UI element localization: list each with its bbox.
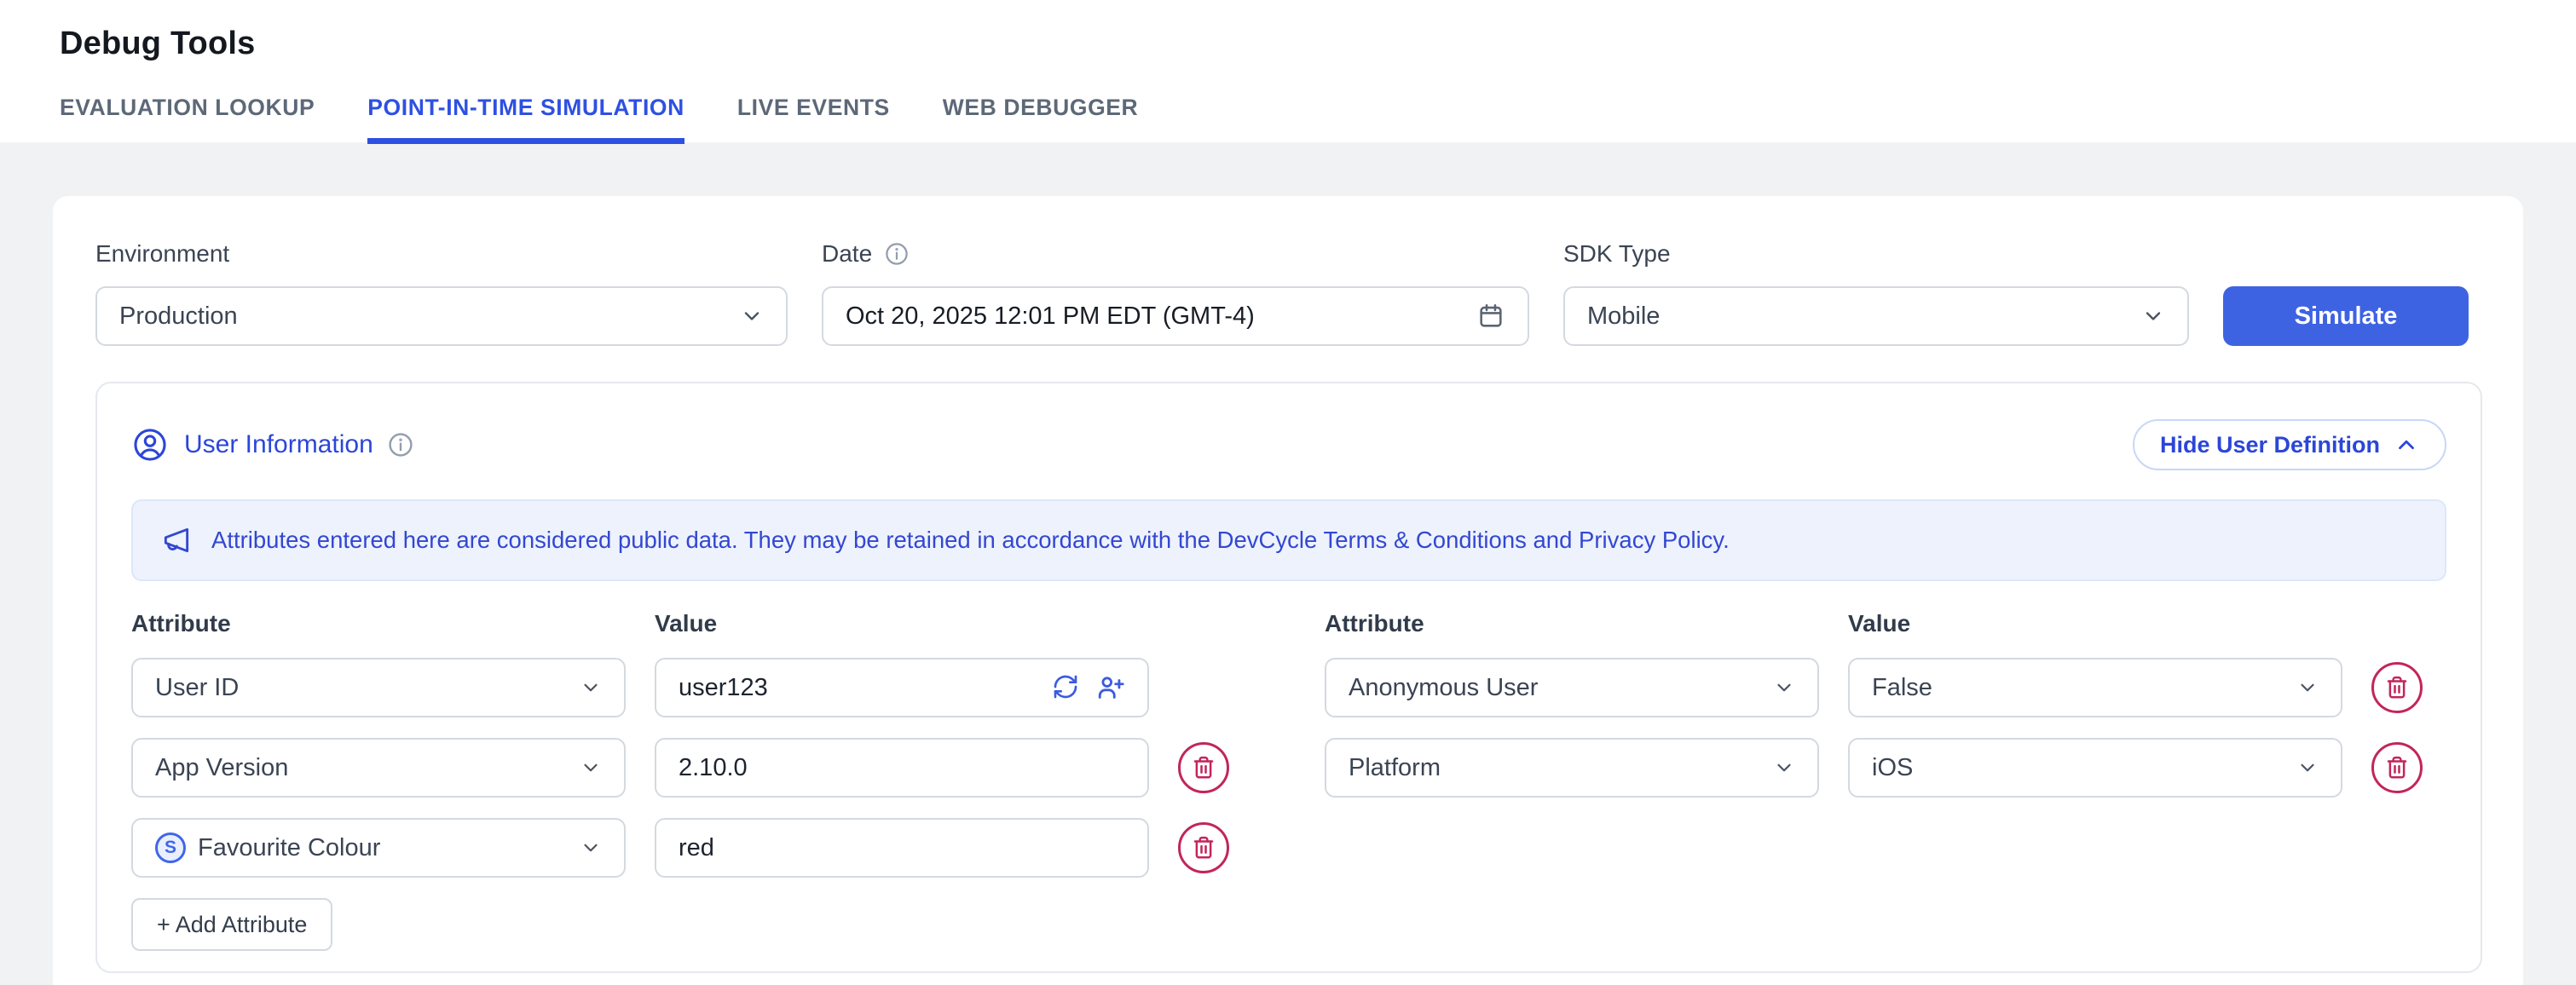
value-column-header: Value xyxy=(1848,610,2342,637)
page-content: Environment Production Date Oct 20, 2025… xyxy=(0,142,2576,985)
value-input-favourite-colour[interactable] xyxy=(655,818,1149,878)
sdk-type-label: SDK Type xyxy=(1563,240,2189,268)
attribute-selected-value: Favourite Colour xyxy=(198,834,380,862)
environment-selected-value: Production xyxy=(119,302,238,331)
attribute-select-user-id[interactable]: User ID xyxy=(131,658,626,717)
user-id-actions xyxy=(1052,673,1125,702)
value-column-header: Value xyxy=(655,610,1149,637)
tab-point-in-time-simulation[interactable]: POINT-IN-TIME SIMULATION xyxy=(367,95,684,144)
attribute-selected-value: Platform xyxy=(1349,754,1441,782)
attributes-left-group: Attribute Value User ID xyxy=(131,610,1231,951)
chevron-down-icon xyxy=(1773,677,1795,699)
user-information-header: User Information Hide User Definition xyxy=(131,419,2446,470)
date-input[interactable]: Oct 20, 2025 12:01 PM EDT (GMT-4) xyxy=(822,286,1529,346)
info-icon[interactable] xyxy=(884,241,910,267)
environment-label: Environment xyxy=(95,240,788,268)
trash-icon xyxy=(1191,835,1216,861)
chevron-down-icon xyxy=(580,757,602,779)
user-id-value-input[interactable] xyxy=(679,660,1052,716)
value-select-anonymous-user[interactable]: False xyxy=(1848,658,2342,717)
tab-bar: EVALUATION LOOKUP POINT-IN-TIME SIMULATI… xyxy=(60,95,2576,144)
trash-icon xyxy=(2384,675,2410,700)
trash-icon xyxy=(1191,755,1216,781)
user-information-section: User Information Hide User Definition At… xyxy=(95,382,2482,973)
simulate-button[interactable]: Simulate xyxy=(2223,286,2469,346)
chevron-down-icon xyxy=(2296,757,2319,779)
tab-web-debugger[interactable]: WEB DEBUGGER xyxy=(943,95,1139,144)
attribute-column-header: Attribute xyxy=(131,610,626,637)
user-circle-icon xyxy=(131,426,169,464)
date-label: Date xyxy=(822,240,872,268)
favourite-colour-value-input[interactable] xyxy=(679,820,1125,876)
info-icon[interactable] xyxy=(387,431,414,458)
chevron-down-icon xyxy=(580,837,602,859)
value-input-user-id[interactable] xyxy=(655,658,1149,717)
simulation-card: Environment Production Date Oct 20, 2025… xyxy=(53,196,2523,985)
date-label-row: Date xyxy=(822,240,1529,268)
date-value: Oct 20, 2025 12:01 PM EDT (GMT-4) xyxy=(846,302,1255,331)
calendar-icon[interactable] xyxy=(1476,302,1505,331)
date-field-group: Date Oct 20, 2025 12:01 PM EDT (GMT-4) xyxy=(822,240,1529,346)
sdk-type-selected-value: Mobile xyxy=(1587,302,1660,331)
attributes-right-group: Attribute Value Anonymous User False xyxy=(1325,610,2424,951)
page-title: Debug Tools xyxy=(60,26,2576,62)
value-selected-option: False xyxy=(1872,674,1932,702)
trash-icon xyxy=(2384,755,2410,781)
attribute-select-anonymous-user[interactable]: Anonymous User xyxy=(1325,658,1819,717)
public-data-notice: Attributes entered here are considered p… xyxy=(131,499,2446,581)
value-input-app-version[interactable] xyxy=(655,738,1149,798)
delete-platform-button[interactable] xyxy=(2371,742,2423,793)
value-selected-option: iOS xyxy=(1872,754,1913,782)
attribute-selected-value: User ID xyxy=(155,674,239,702)
chevron-down-icon xyxy=(580,677,602,699)
string-type-icon: S xyxy=(155,832,186,863)
refresh-icon[interactable] xyxy=(1052,673,1079,700)
attributes-area: Attribute Value User ID xyxy=(131,610,2446,951)
sdk-type-select[interactable]: Mobile xyxy=(1563,286,2189,346)
public-data-notice-text: Attributes entered here are considered p… xyxy=(211,527,1730,554)
hide-user-definition-label: Hide User Definition xyxy=(2160,432,2380,458)
attribute-select-favourite-colour[interactable]: S Favourite Colour xyxy=(131,818,626,878)
megaphone-icon xyxy=(160,524,193,556)
page-header: Debug Tools EVALUATION LOOKUP POINT-IN-T… xyxy=(0,0,2576,142)
tab-evaluation-lookup[interactable]: EVALUATION LOOKUP xyxy=(60,95,315,144)
tab-live-events[interactable]: LIVE EVENTS xyxy=(737,95,890,144)
value-select-platform[interactable]: iOS xyxy=(1848,738,2342,798)
delete-anonymous-user-button[interactable] xyxy=(2371,662,2423,713)
delete-app-version-button[interactable] xyxy=(1178,742,1229,793)
attribute-column-header: Attribute xyxy=(1325,610,1819,637)
add-attribute-button[interactable]: + Add Attribute xyxy=(131,898,332,951)
user-information-title: User Information xyxy=(184,430,373,459)
attribute-select-app-version[interactable]: App Version xyxy=(131,738,626,798)
chevron-down-icon xyxy=(1773,757,1795,779)
hide-user-definition-button[interactable]: Hide User Definition xyxy=(2133,419,2446,470)
app-version-value-input[interactable] xyxy=(679,740,1125,796)
attribute-select-platform[interactable]: Platform xyxy=(1325,738,1819,798)
user-plus-icon[interactable] xyxy=(1096,673,1125,702)
delete-favourite-colour-button[interactable] xyxy=(1178,822,1229,873)
environment-select[interactable]: Production xyxy=(95,286,788,346)
chevron-down-icon xyxy=(2141,304,2165,328)
simulation-form-row: Environment Production Date Oct 20, 2025… xyxy=(95,240,2482,346)
chevron-down-icon xyxy=(2296,677,2319,699)
attribute-selected-value: Anonymous User xyxy=(1349,674,1538,702)
attribute-selected-value: App Version xyxy=(155,754,288,782)
chevron-up-icon xyxy=(2394,432,2419,458)
sdk-type-field-group: SDK Type Mobile xyxy=(1563,240,2189,346)
chevron-down-icon xyxy=(740,304,764,328)
environment-field-group: Environment Production xyxy=(95,240,788,346)
